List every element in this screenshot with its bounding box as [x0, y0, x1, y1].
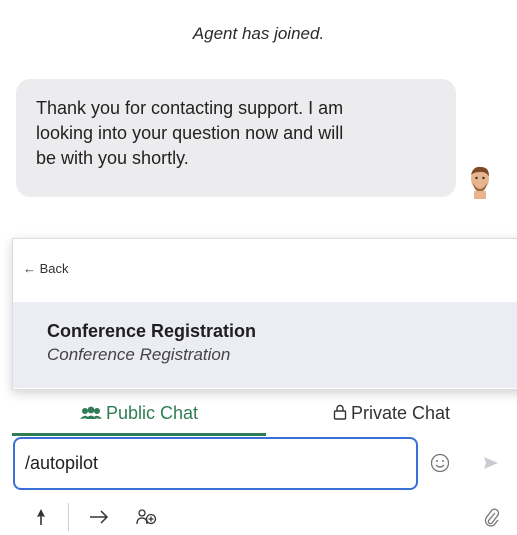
lock-icon	[333, 404, 347, 420]
message-composer	[13, 437, 418, 490]
agent-avatar-icon	[471, 166, 489, 199]
tab-private-chat[interactable]: Private Chat	[266, 398, 517, 436]
agent-message-line-2: looking into your question now and will	[36, 123, 344, 143]
tab-public-chat[interactable]: Public Chat	[12, 398, 266, 436]
conversation-title: Conference Registration	[47, 321, 257, 341]
tab-public-label: Public Chat	[105, 403, 199, 423]
pin-icon[interactable]	[34, 508, 48, 526]
conversation-item[interactable]: Conference Registration Conference Regis…	[13, 302, 517, 388]
paperclip-icon[interactable]	[484, 508, 500, 528]
team-add-icon[interactable]	[136, 508, 158, 526]
back-link[interactable]: ← Back	[23, 261, 69, 276]
forward-arrow-icon[interactable]	[89, 510, 109, 524]
conversation-subtitle: Conference Registration	[47, 345, 231, 364]
agent-message-line-3: be with you shortly.	[36, 148, 189, 168]
agent-message-line-1: Thank you for contacting support. I am	[36, 98, 344, 118]
send-icon[interactable]	[483, 455, 499, 471]
group-icon	[79, 406, 102, 419]
chat-tabs: Public Chat Private Chat	[12, 398, 517, 438]
smiley-icon[interactable]	[430, 453, 450, 473]
tab-private-label: Private Chat	[350, 403, 451, 423]
composer-toolbar	[0, 500, 517, 535]
toolbar-divider	[68, 503, 69, 531]
message-input[interactable]	[25, 453, 405, 474]
agent-message-bubble: Thank you for contacting support. I am l…	[16, 79, 456, 197]
system-note: Agent has joined.	[192, 24, 325, 43]
